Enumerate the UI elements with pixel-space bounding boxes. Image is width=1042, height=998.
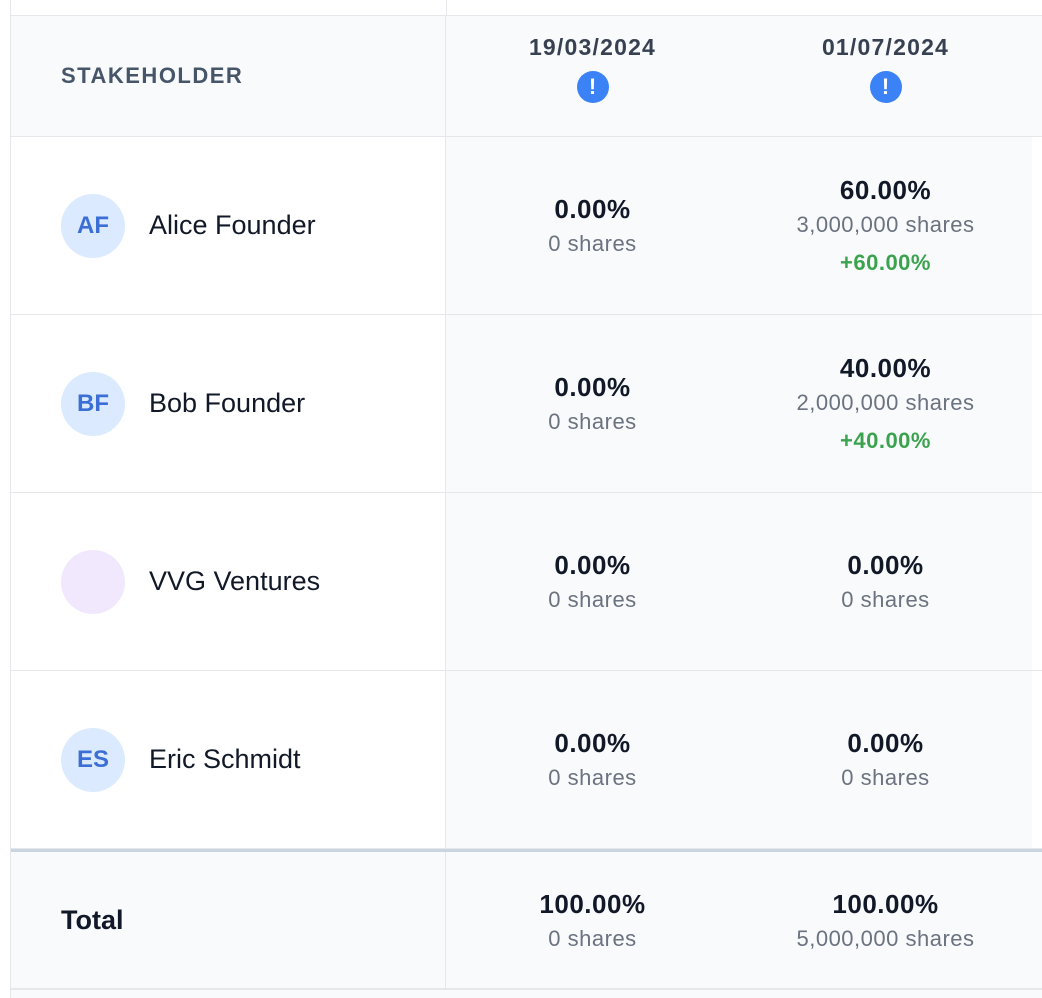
ownership-cell: 40.00% 2,000,000 shares +40.00%: [739, 315, 1032, 492]
ownership-percent: 0.00%: [554, 372, 631, 402]
cap-table: STAKEHOLDER 19/03/2024 ! 01/07/2024 ! AF…: [10, 16, 1042, 990]
stakeholder-column-title: STAKEHOLDER: [61, 63, 244, 88]
date-label: 01/07/2024: [821, 33, 950, 60]
avatar: BF: [61, 371, 125, 436]
total-cell: 100.00% 0 shares: [446, 852, 739, 988]
exclamation-circle-icon[interactable]: !: [869, 70, 902, 103]
date-column-header[interactable]: 01/07/2024 !: [739, 16, 1032, 136]
date-label: 19/03/2024: [528, 33, 657, 60]
stakeholder-cell: AF Alice Founder: [11, 137, 446, 314]
cap-table-view: STAKEHOLDER 19/03/2024 ! 01/07/2024 ! AF…: [0, 0, 1042, 998]
total-percent: 100.00%: [832, 888, 939, 919]
ownership-cell: 0.00% 0 shares: [739, 493, 1032, 670]
ownership-percent: 0.00%: [554, 194, 631, 224]
stakeholder-cell: ES Eric Schmidt: [11, 671, 446, 848]
ownership-percent: 60.00%: [839, 175, 932, 205]
ownership-percent: 0.00%: [847, 728, 924, 758]
ownership-change: +60.00%: [840, 250, 931, 275]
total-label: Total: [61, 904, 124, 935]
share-count: 0 shares: [548, 765, 637, 790]
stakeholder-name[interactable]: Alice Founder: [149, 210, 316, 241]
table-row: AF Alice Founder 0.00% 0 shares 60.00% 3…: [11, 137, 1042, 315]
total-label-cell: Total: [11, 852, 446, 988]
stakeholder-header-cell: STAKEHOLDER: [11, 16, 446, 136]
table-row: VVG Ventures 0.00% 0 shares 0.00% 0 shar…: [11, 493, 1042, 671]
avatar: ES: [61, 727, 125, 792]
avatar: [61, 549, 125, 614]
table-row: BF Bob Founder 0.00% 0 shares 40.00% 2,0…: [11, 315, 1042, 493]
avatar: AF: [61, 193, 125, 258]
table-header: STAKEHOLDER 19/03/2024 ! 01/07/2024 !: [11, 16, 1042, 137]
share-count: 0 shares: [548, 409, 637, 434]
share-count: 2,000,000 shares: [796, 390, 975, 415]
total-cell: 100.00% 5,000,000 shares: [739, 852, 1032, 988]
stakeholder-cell: BF Bob Founder: [11, 315, 446, 492]
total-shares: 0 shares: [548, 925, 637, 951]
ownership-cell: 0.00% 0 shares: [446, 137, 739, 314]
share-count: 0 shares: [548, 587, 637, 612]
stakeholder-name[interactable]: Eric Schmidt: [149, 744, 301, 775]
ownership-percent: 0.00%: [554, 728, 631, 758]
total-shares: 5,000,000 shares: [796, 925, 975, 951]
bottom-edge: [10, 990, 1042, 998]
ownership-cell: 60.00% 3,000,000 shares +60.00%: [739, 137, 1032, 314]
ownership-percent: 40.00%: [839, 353, 932, 383]
exclamation-circle-icon[interactable]: !: [576, 70, 609, 103]
share-count: 0 shares: [841, 587, 930, 612]
ownership-cell: 0.00% 0 shares: [446, 493, 739, 670]
ownership-cell: 0.00% 0 shares: [446, 671, 739, 848]
share-count: 0 shares: [841, 765, 930, 790]
table-row: ES Eric Schmidt 0.00% 0 shares 0.00% 0 s…: [11, 671, 1042, 849]
total-row: Total 100.00% 0 shares 100.00% 5,000,000…: [11, 849, 1042, 990]
stakeholder-cell: VVG Ventures: [11, 493, 446, 670]
ownership-cell: 0.00% 0 shares: [446, 315, 739, 492]
ownership-percent: 0.00%: [554, 550, 631, 580]
total-percent: 100.00%: [539, 888, 646, 919]
date-column-header[interactable]: 19/03/2024 !: [446, 16, 739, 136]
top-edge: [10, 0, 1042, 16]
share-count: 0 shares: [548, 231, 637, 256]
share-count: 3,000,000 shares: [796, 212, 975, 237]
stakeholder-name[interactable]: VVG Ventures: [149, 566, 320, 597]
stakeholder-name[interactable]: Bob Founder: [149, 388, 305, 419]
ownership-cell: 0.00% 0 shares: [739, 671, 1032, 848]
ownership-percent: 0.00%: [847, 550, 924, 580]
ownership-change: +40.00%: [840, 428, 931, 453]
